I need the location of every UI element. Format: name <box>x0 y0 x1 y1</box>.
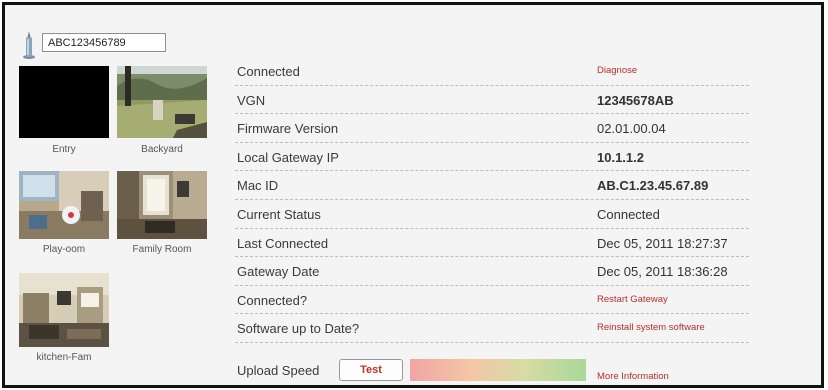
row-vgn: VGN 12345678AB <box>235 86 749 115</box>
row-label: Current Status <box>237 206 321 222</box>
camera-tile-family-room[interactable]: Family Room <box>117 171 207 265</box>
row-label: Last Connected <box>237 235 329 251</box>
camera-thumbnail[interactable] <box>19 273 109 347</box>
row-label: Mac ID <box>237 178 279 194</box>
row-value: 12345678AB <box>597 92 674 108</box>
row-software: Software up to Date? Reinstall system so… <box>235 314 749 343</box>
camera-tile-kitchen[interactable]: kitchen-Fam <box>19 273 109 367</box>
row-connected: Connected Diagnose <box>235 57 749 86</box>
test-button[interactable]: Test <box>339 359 403 381</box>
row-value: Dec 05, 2011 18:36:28 <box>597 264 728 280</box>
row-local-ip: Local Gateway IP 10.1.1.2 <box>235 143 749 172</box>
playroom-image <box>19 171 109 239</box>
camera-label: Backyard <box>141 144 183 155</box>
row-label: Software up to Date? <box>237 321 360 337</box>
camera-tile-playroom[interactable]: Play-oom <box>19 171 109 265</box>
reinstall-software-link[interactable]: Reinstall system software <box>597 322 705 333</box>
kitchen-image <box>19 273 109 347</box>
upload-speed-label: Upload Speed <box>237 363 320 378</box>
camera-label: Play-oom <box>42 244 86 255</box>
upload-speed-row: Upload Speed Test More Information <box>235 359 749 385</box>
row-value: Connected <box>597 206 660 222</box>
gateway-icon <box>23 31 35 59</box>
row-value: AB.C1.23.45.67.89 <box>597 178 709 194</box>
row-label: Local Gateway IP <box>237 149 339 165</box>
camera-thumbnail[interactable] <box>117 171 207 239</box>
row-label: Firmware Version <box>237 121 339 137</box>
backyard-image <box>117 66 207 138</box>
row-last-connected: Last Connected Dec 05, 2011 18:27:37 <box>235 229 749 258</box>
gateway-info-table: Connected Diagnose VGN 12345678AB Firmwa… <box>235 57 749 343</box>
camera-label: kitchen-Fam <box>36 352 92 363</box>
more-information-link[interactable]: More Information <box>597 371 669 382</box>
row-firmware: Firmware Version 02.01.00.04 <box>235 114 749 143</box>
camera-tile-backyard[interactable]: Backyard <box>117 66 207 166</box>
camera-thumbnail[interactable] <box>19 66 109 138</box>
camera-label: Entry <box>52 144 76 155</box>
camera-tile-entry[interactable]: Entry <box>19 66 109 166</box>
row-mac-id: Mac ID AB.C1.23.45.67.89 <box>235 171 749 200</box>
diagnose-link[interactable]: Diagnose <box>597 65 637 76</box>
upload-speed-meter <box>410 359 586 381</box>
row-value: Dec 05, 2011 18:27:37 <box>597 235 728 251</box>
camera-label: Family Room <box>132 244 192 255</box>
row-current-status: Current Status Connected <box>235 200 749 229</box>
row-label: Connected <box>237 64 300 79</box>
gateway-panel: ABC123456789 Entry Backyard Play-oom Fam… <box>2 2 824 388</box>
family-room-image <box>117 171 207 239</box>
restart-gateway-link[interactable]: Restart Gateway <box>597 294 668 305</box>
row-label: Gateway Date <box>237 264 320 280</box>
row-gateway-date: Gateway Date Dec 05, 2011 18:36:28 <box>235 257 749 286</box>
row-label: VGN <box>237 92 266 108</box>
row-value: 10.1.1.2 <box>597 149 644 165</box>
camera-thumbnail[interactable] <box>19 171 109 239</box>
camera-thumbnail[interactable] <box>117 66 207 138</box>
row-connected-question: Connected? Restart Gateway <box>235 286 749 315</box>
row-label: Connected? <box>237 292 308 308</box>
row-value: 02.01.00.04 <box>597 121 666 137</box>
device-id-field[interactable]: ABC123456789 <box>42 33 166 52</box>
